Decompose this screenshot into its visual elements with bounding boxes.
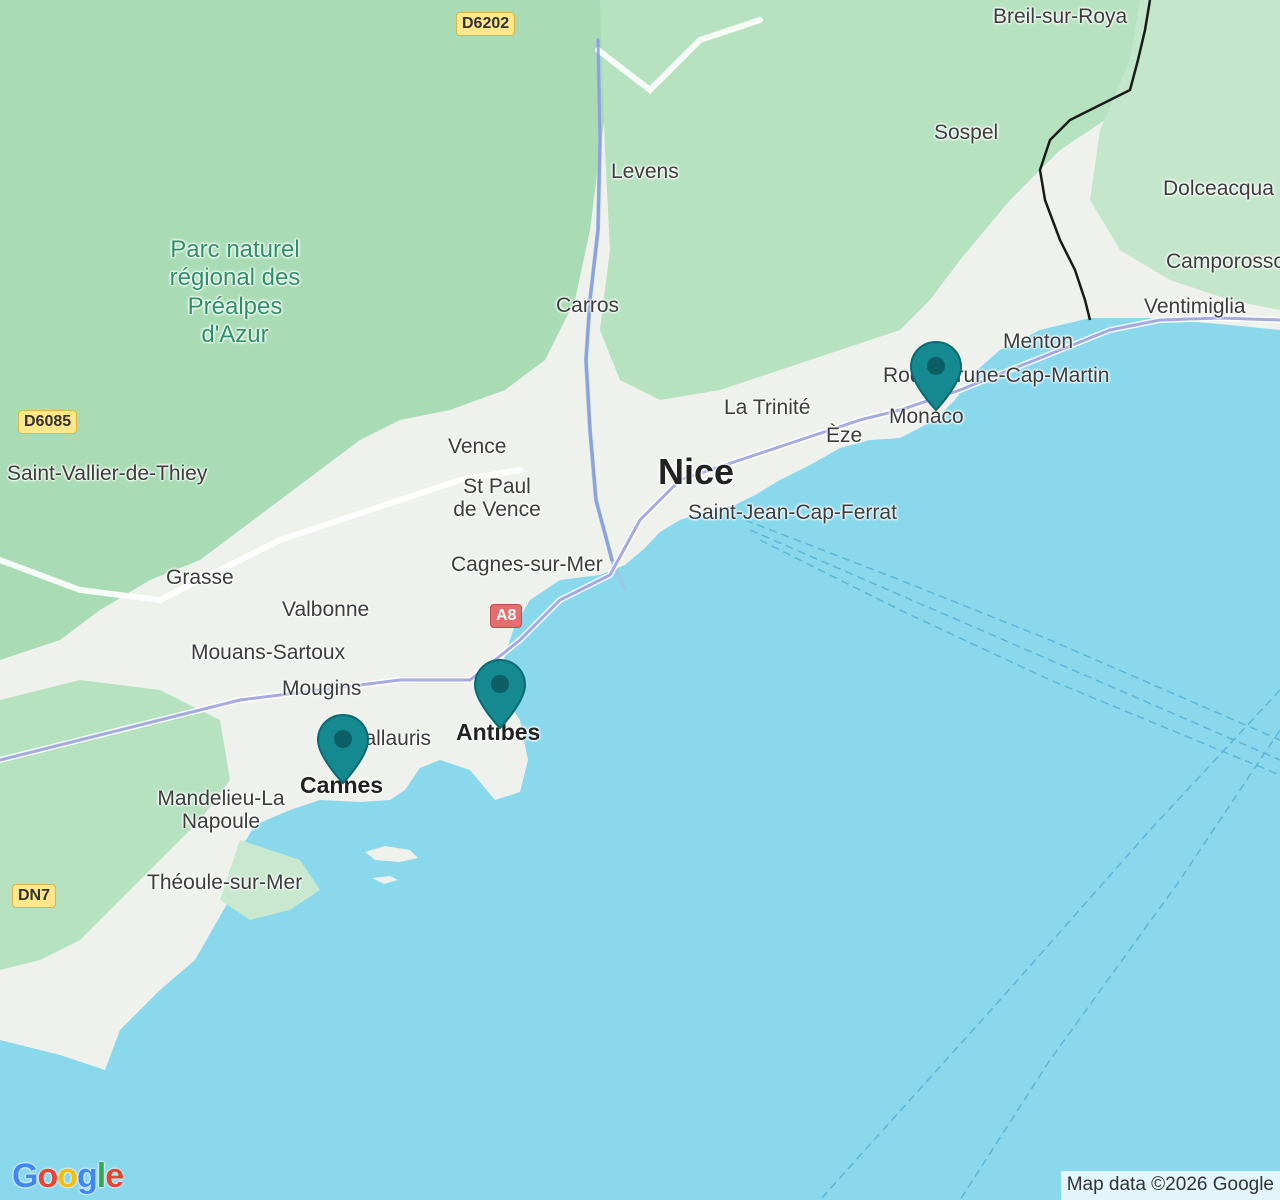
place-label-dolceacqua[interactable]: Dolceacqua [1163,178,1274,199]
place-label-la-trinite[interactable]: La Trinité [724,397,810,418]
map-pin-icon [316,713,370,785]
park-label: Parc naturel régional des Préalpes d'Azu… [150,236,320,349]
place-label-theoule[interactable]: Théoule-sur-Mer [147,872,302,893]
st-paul-line2: de Vence [453,498,541,522]
place-label-levens[interactable]: Levens [611,161,679,182]
road-shield-dn7: DN7 [12,884,57,908]
road-shield-a8: A8 [490,604,523,628]
map-pin-icon [473,658,527,730]
place-label-mouans[interactable]: Mouans-Sartoux [191,642,345,663]
place-label-mougins[interactable]: Mougins [282,678,361,699]
logo-letter-4: g [77,1157,98,1195]
place-label-nice[interactable]: Nice [658,454,734,490]
cannes-marker[interactable] [316,713,370,785]
logo-letter-6: e [105,1157,124,1195]
place-label-cagnes[interactable]: Cagnes-sur-Mer [451,554,603,575]
place-label-eze[interactable]: Èze [826,425,862,446]
google-logo[interactable]: Google [12,1157,124,1196]
mandelieu-line1: Mandelieu-La [157,787,285,810]
logo-letter-2: o [37,1157,58,1195]
st-paul-line1: St Paul [463,475,531,498]
logo-letter-1: G [12,1157,38,1195]
map-attribution[interactable]: Map data ©2026 Google [1060,1171,1280,1200]
antibes-marker[interactable] [473,658,527,730]
logo-letter-5: l [96,1157,107,1195]
road-shield-d6202: D6202 [456,12,516,36]
place-label-breil[interactable]: Breil-sur-Roya [993,6,1127,27]
monaco-marker[interactable] [909,340,963,412]
place-label-sospel[interactable]: Sospel [934,122,998,143]
place-label-saint-vallier[interactable]: Saint-Vallier-de-Thiey [7,463,207,484]
place-label-mandelieu[interactable]: Mandelieu-La Napoule [146,787,296,833]
place-label-menton[interactable]: Menton [1003,331,1073,352]
place-label-vence[interactable]: Vence [448,436,506,457]
place-label-saint-jean[interactable]: Saint-Jean-Cap-Ferrat [688,502,897,523]
park-label-line4: d'Azur [201,320,269,348]
map-pin-icon [909,340,963,412]
road-shield-d6085: D6085 [18,410,78,434]
place-label-camporosso[interactable]: Camporosso [1166,251,1280,272]
park-label-line2: régional des [169,264,301,292]
place-label-valbonne[interactable]: Valbonne [282,599,369,620]
logo-letter-3: o [57,1157,78,1195]
place-label-grasse[interactable]: Grasse [166,567,234,588]
place-label-carros[interactable]: Carros [556,295,619,316]
map-canvas[interactable]: Parc naturel régional des Préalpes d'Azu… [0,0,1280,1200]
park-label-line1: Parc naturel [170,236,300,263]
mandelieu-line2: Napoule [181,810,261,834]
park-label-line3: Préalpes [187,292,283,320]
place-label-ventimiglia[interactable]: Ventimiglia [1144,296,1246,317]
place-label-st-paul[interactable]: St Paul de Vence [440,475,554,521]
